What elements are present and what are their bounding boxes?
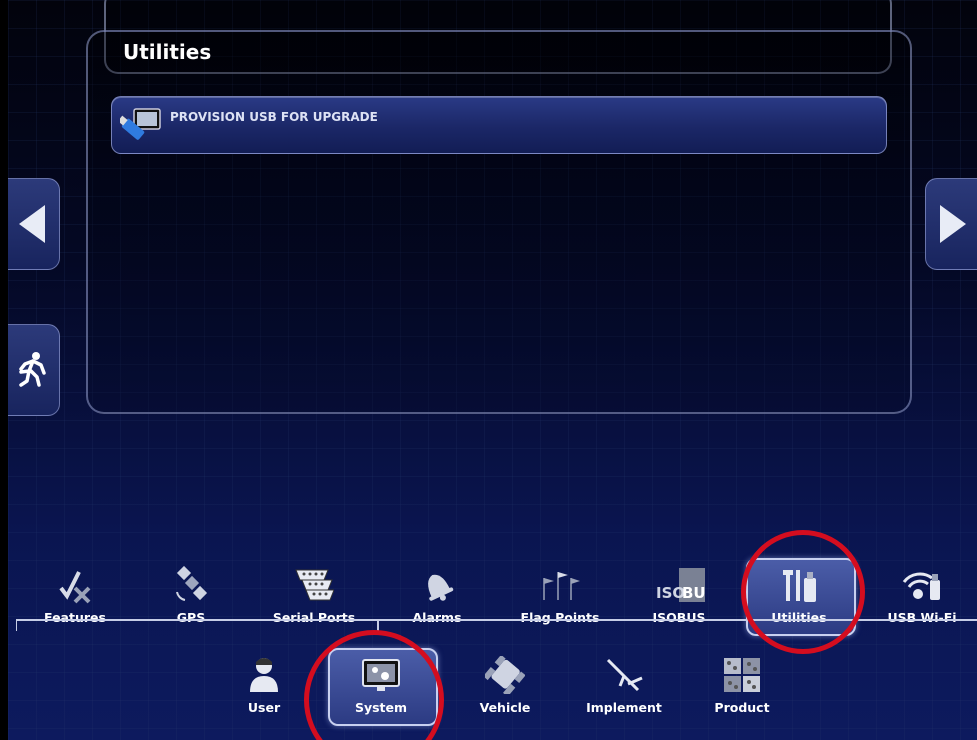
user-icon <box>250 658 278 692</box>
product-seeds-icon <box>724 658 760 692</box>
satellite-icon <box>176 566 208 601</box>
panel-title: Utilities <box>123 40 212 64</box>
usb-stick-icon <box>120 108 161 140</box>
bell-icon <box>428 574 454 601</box>
highlight-ring-utilities <box>741 530 865 654</box>
flags-icon <box>543 572 580 600</box>
utilities-panel <box>86 30 912 414</box>
item-label: PROVISION USB FOR UPGRADE <box>170 110 378 124</box>
serial-port-icon <box>295 569 334 601</box>
tab-label: User <box>247 700 281 715</box>
isobus-logo-icon: ISO BUS <box>656 568 706 602</box>
screen: Utilities PROVISION USB FOR UPGRADE Feat… <box>8 0 977 740</box>
svg-text:BUS: BUS <box>682 584 706 602</box>
tab-label: Vehicle <box>479 700 531 715</box>
features-check-cross-icon <box>59 571 91 604</box>
triangle-right-icon <box>940 205 966 243</box>
triangle-left-icon <box>19 205 45 243</box>
tab-label: Product <box>714 700 770 715</box>
svg-text:ISO: ISO <box>656 584 685 602</box>
wifi-usb-icon <box>902 572 940 600</box>
implement-icon <box>606 658 643 692</box>
next-page-button[interactable] <box>925 178 977 270</box>
highlight-ring-system <box>304 630 444 740</box>
prev-page-button[interactable] <box>8 178 60 270</box>
exit-button[interactable] <box>8 324 60 416</box>
provision-usb-item[interactable]: PROVISION USB FOR UPGRADE <box>111 96 887 154</box>
running-man-exit-icon <box>19 352 46 387</box>
tab-label: Implement <box>586 700 662 715</box>
tractor-icon <box>485 656 525 694</box>
